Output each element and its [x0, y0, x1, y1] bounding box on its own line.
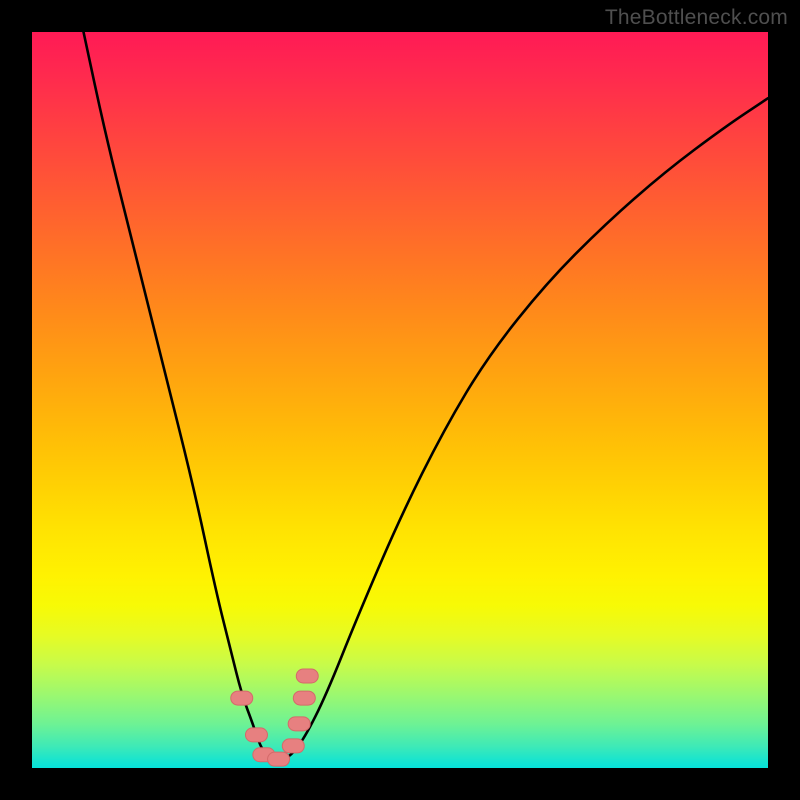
watermark-text: TheBottleneck.com — [605, 6, 788, 30]
chart-frame: TheBottleneck.com — [0, 0, 800, 800]
plot-area — [32, 32, 768, 768]
marker-point — [293, 691, 315, 705]
marker-point — [288, 717, 310, 731]
marker-point — [268, 752, 290, 766]
marker-point — [296, 669, 318, 683]
marker-point — [231, 691, 253, 705]
curve-svg — [32, 32, 768, 768]
marker-point — [282, 739, 304, 753]
marker-group — [231, 669, 319, 766]
marker-point — [245, 728, 267, 742]
bottleneck-curve — [84, 32, 768, 760]
